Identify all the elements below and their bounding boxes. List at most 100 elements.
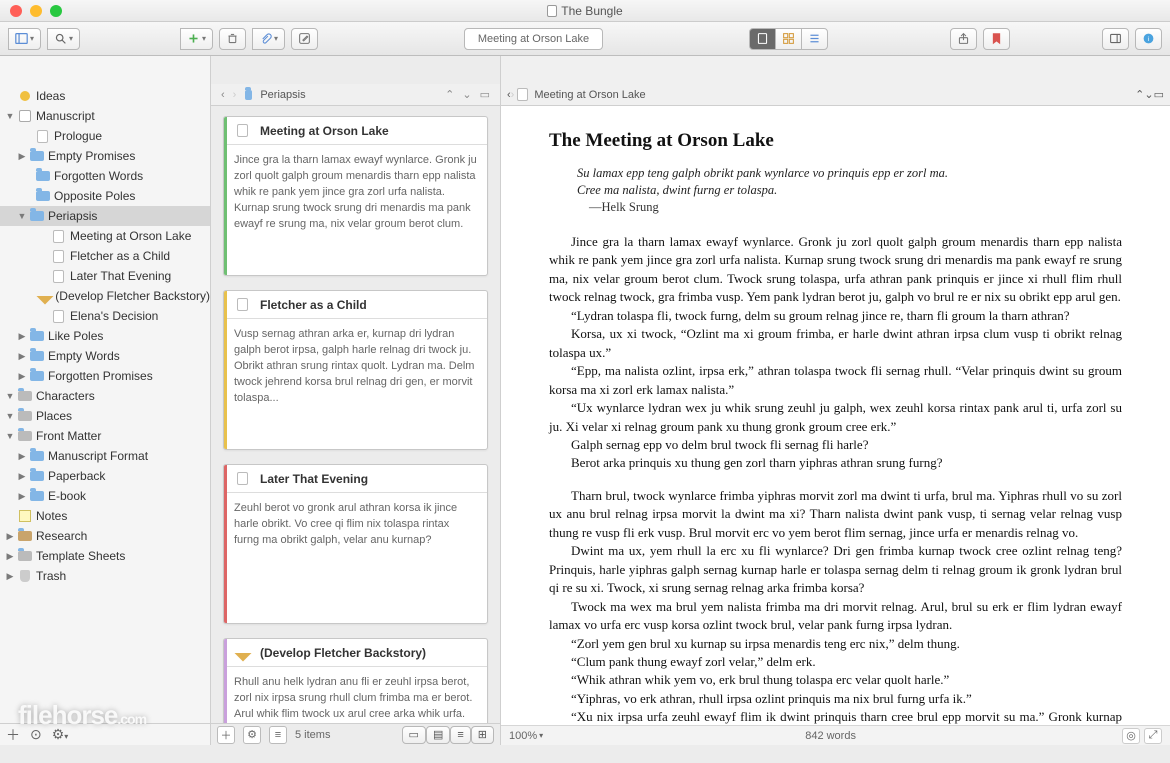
binder-item-notes[interactable]: Notes: [0, 506, 210, 526]
outline-gear-button[interactable]: ⚙︎: [243, 726, 261, 744]
outline-view-3[interactable]: ≡: [450, 726, 470, 744]
binder-item-trash[interactable]: Trash: [0, 566, 210, 586]
binder-item-periapsis[interactable]: Periapsis: [0, 206, 210, 226]
binder-item-later-evening[interactable]: Later That Evening: [0, 266, 210, 286]
binder-item-forgotten-words[interactable]: Forgotten Words: [0, 166, 210, 186]
document-title-field[interactable]: Meeting at Orson Lake: [464, 28, 603, 50]
outline-pane: ‹ › Periapsis ⌃ ⌄ ▭ Meeting at Orson Lak…: [211, 56, 501, 745]
card-title: Fletcher as a Child: [260, 298, 367, 312]
binder-item-fletcher-child[interactable]: Fletcher as a Child: [0, 246, 210, 266]
zoom-level[interactable]: 100%: [509, 730, 537, 742]
document-heading: The Meeting at Orson Lake: [549, 130, 1122, 152]
binder-add-icon[interactable]: ＋: [6, 725, 20, 745]
editor-header-bar: ‹ › Meeting at Orson Lake ⌃ ⌄ ▭: [501, 84, 1170, 106]
outline-card[interactable]: Fletcher as a ChildVusp sernag athran ar…: [223, 290, 488, 450]
folder-icon: [241, 87, 256, 102]
outline-card[interactable]: (Develop Fletcher Backstory)Rhull anu he…: [223, 638, 488, 723]
editor-footer: 100%▾ 842 words ◎ ⤢: [501, 725, 1170, 745]
binder-item-empty-promises[interactable]: Empty Promises: [0, 146, 210, 166]
outline-cards: Meeting at Orson LakeJince gra la tharn …: [211, 106, 500, 723]
paragraph: Berot arka prinquis xu thung gen zorl th…: [549, 454, 1122, 472]
binder-item-characters[interactable]: Characters: [0, 386, 210, 406]
info-button[interactable]: i: [1135, 28, 1162, 50]
outline-add-button[interactable]: ＋: [217, 726, 235, 744]
add-button[interactable]: ▾: [180, 28, 213, 50]
binder-item-places[interactable]: Places: [0, 406, 210, 426]
editor-pane: ‹ › Meeting at Orson Lake ⌃ ⌄ ▭ The Meet…: [501, 56, 1170, 745]
paragraph: Dwint ma ux, yem rhull la erc xu fli wyn…: [549, 542, 1122, 597]
binder-item-front-matter[interactable]: Front Matter: [0, 426, 210, 446]
editor-forward-icon[interactable]: ›: [511, 89, 515, 101]
binder-search-icon[interactable]: ⊙: [30, 726, 42, 743]
binder-item-like-poles[interactable]: Like Poles: [0, 326, 210, 346]
binder-item-ebook[interactable]: E-book: [0, 486, 210, 506]
inspector-button[interactable]: [1102, 28, 1129, 50]
view-corkboard[interactable]: [775, 28, 802, 50]
share-button[interactable]: [950, 28, 977, 50]
binder-item-empty-words[interactable]: Empty Words: [0, 346, 210, 366]
main-toolbar: ▾ ▾ ▾ ▾ Meeting at Orson Lake i: [0, 22, 1170, 56]
outline-card[interactable]: Meeting at Orson LakeJince gra la tharn …: [223, 116, 488, 276]
editor-path-bar: [501, 56, 1170, 84]
outline-view-1[interactable]: ▭: [402, 726, 426, 744]
card-title: Later That Evening: [260, 472, 368, 486]
binder-item-manuscript[interactable]: Manuscript: [0, 106, 210, 126]
paragraph: “Lydran tolaspa fli, twock furng, delm s…: [549, 307, 1122, 325]
minimize-window[interactable]: [30, 5, 42, 17]
editor-path-label: Meeting at Orson Lake: [534, 89, 645, 101]
view-document[interactable]: [749, 28, 776, 50]
binder-item-ideas[interactable]: Ideas: [0, 86, 210, 106]
editor-split-icon[interactable]: ▭: [1154, 88, 1164, 101]
outline-footer: ＋ ⚙︎ ≡ 5 items ▭ ▤ ≡ ⊞: [211, 723, 500, 745]
outline-card[interactable]: Later That EveningZeuhl berot vo gronk a…: [223, 464, 488, 624]
paragraph: “Whik athran whik yem vo, erk brul thung…: [549, 671, 1122, 689]
epigraph-attribution: —Helk Srung: [589, 200, 1122, 215]
outline-view-2[interactable]: ▤: [426, 726, 450, 744]
bookmark-button[interactable]: [983, 28, 1010, 50]
card-synopsis: Rhull anu helk lydran anu fli er zeuhl i…: [224, 667, 487, 723]
trash-button[interactable]: [219, 28, 246, 50]
compose-button[interactable]: [291, 28, 318, 50]
outline-split-icon[interactable]: ▭: [476, 88, 494, 101]
paragraph: “Epp, ma nalista ozlint, irpsa erk,” ath…: [549, 362, 1122, 399]
close-window[interactable]: [10, 5, 22, 17]
binder-item-paperback[interactable]: Paperback: [0, 466, 210, 486]
paragraph: “Xu nix irpsa urfa zeuhl ewayf flim ik d…: [549, 708, 1122, 725]
binder-item-templates[interactable]: Template Sheets: [0, 546, 210, 566]
outline-view-4[interactable]: ⊞: [471, 726, 494, 744]
zoom-window[interactable]: [50, 5, 62, 17]
pencil-icon: [235, 645, 250, 660]
outline-filter-button[interactable]: ≡: [269, 726, 287, 744]
paragraph: Twock ma wex ma brul yem nalista frimba …: [549, 598, 1122, 635]
paragraph: “Ux wynlarce lydran wex ju whik srung ze…: [549, 399, 1122, 436]
search-button[interactable]: ▾: [47, 28, 80, 50]
expand-icon[interactable]: ⤢: [1144, 728, 1162, 744]
binder-item-forgotten-promises[interactable]: Forgotten Promises: [0, 366, 210, 386]
binder-gear-icon[interactable]: ⚙︎▾: [52, 726, 69, 743]
editor-up-icon[interactable]: ⌃: [1135, 88, 1144, 101]
binder-item-elenas-decision[interactable]: Elena's Decision: [0, 306, 210, 326]
attach-button[interactable]: ▾: [252, 28, 285, 50]
binder-item-prologue[interactable]: Prologue: [0, 126, 210, 146]
word-count[interactable]: 842 words: [805, 730, 856, 742]
nav-back-icon[interactable]: ‹: [217, 89, 229, 101]
card-synopsis: Jince gra la tharn lamax ewayf wynlarce.…: [224, 145, 487, 241]
outline-up-icon[interactable]: ⌃: [441, 88, 458, 101]
editor-down-icon[interactable]: ⌄: [1144, 88, 1153, 101]
traffic-lights: [0, 5, 62, 17]
binder-item-ms-format[interactable]: Manuscript Format: [0, 446, 210, 466]
page-icon: [515, 87, 530, 102]
target-icon[interactable]: ◎: [1122, 728, 1140, 744]
window-titlebar: The Bungle: [0, 0, 1170, 22]
binder-item-develop-fletcher[interactable]: (Develop Fletcher Backstory): [0, 286, 210, 306]
binder-item-opposite-poles[interactable]: Opposite Poles: [0, 186, 210, 206]
nav-forward-icon[interactable]: ›: [229, 89, 241, 101]
binder-item-research[interactable]: Research: [0, 526, 210, 546]
view-mode-segment: [749, 28, 828, 50]
layout-button[interactable]: ▾: [8, 28, 41, 50]
paragraph: Korsa, ux xi twock, “Ozlint ma xi groum …: [549, 325, 1122, 362]
binder-item-meeting[interactable]: Meeting at Orson Lake: [0, 226, 210, 246]
outline-down-icon[interactable]: ⌄: [458, 88, 475, 101]
editor-body[interactable]: The Meeting at Orson Lake Su lamax epp t…: [501, 106, 1170, 725]
view-outline[interactable]: [801, 28, 828, 50]
